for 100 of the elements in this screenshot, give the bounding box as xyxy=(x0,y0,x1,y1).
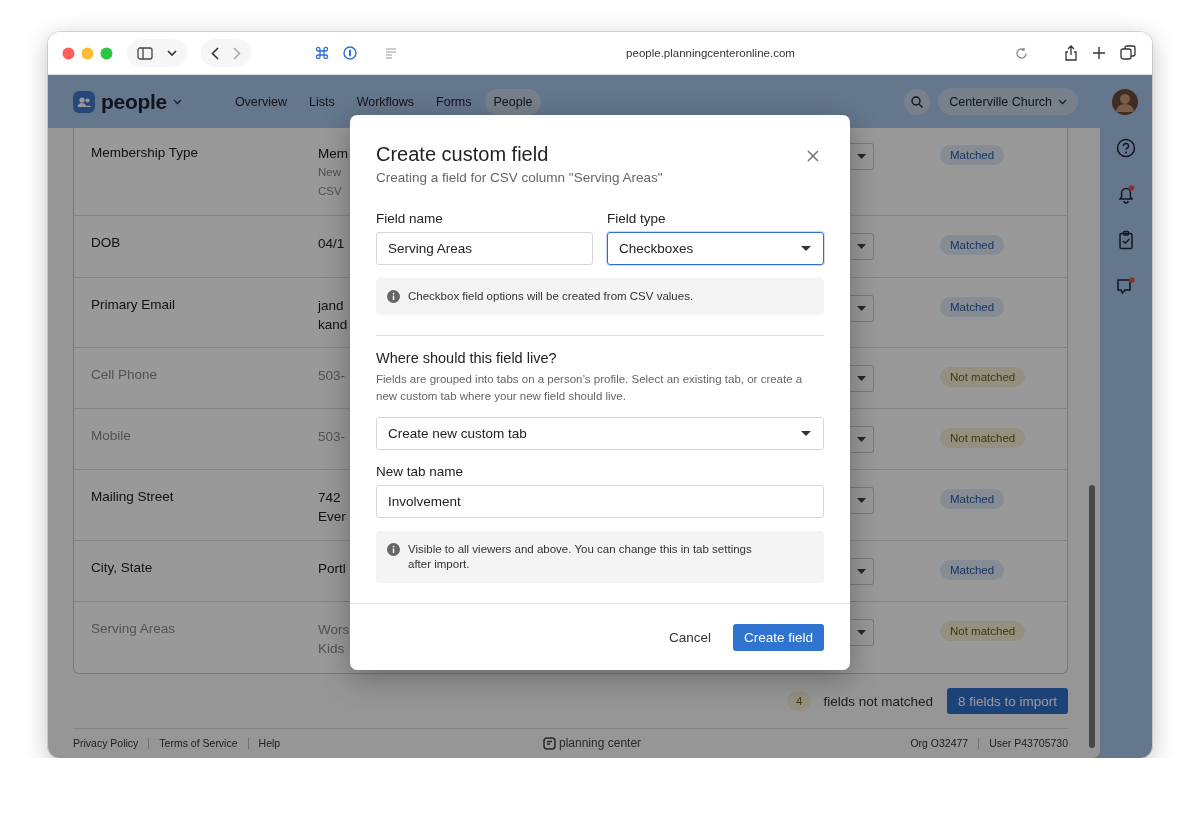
field-label: Field name xyxy=(376,211,444,226)
share-icon[interactable] xyxy=(1064,45,1078,61)
csv-value: Ever xyxy=(318,508,347,525)
caret-down-icon xyxy=(857,498,866,503)
nav-tab[interactable]: Overview xyxy=(225,88,296,115)
caret-down-icon xyxy=(857,154,866,159)
password-icon[interactable] xyxy=(343,46,357,60)
section-title: Where should this field live? xyxy=(376,350,558,366)
info-icon xyxy=(387,290,400,303)
status-badge: Matched xyxy=(940,489,1005,509)
field-label: Primary Email xyxy=(91,297,176,312)
url-text[interactable]: people.planningcenteronline.com xyxy=(626,47,795,59)
field-select[interactable] xyxy=(850,143,874,170)
help-icon[interactable] xyxy=(1116,138,1136,158)
caret-down-icon xyxy=(857,244,866,249)
value-note: CSV xyxy=(318,184,343,199)
caret-down-icon xyxy=(801,246,811,251)
chevron-down-icon[interactable] xyxy=(167,49,177,57)
field-label: Serving Areas xyxy=(91,621,177,636)
nav-tab[interactable]: Workflows xyxy=(347,88,424,115)
info-icon xyxy=(387,543,400,556)
field-select[interactable] xyxy=(850,233,874,260)
clipboard-check-icon[interactable] xyxy=(1116,230,1136,250)
field-select[interactable] xyxy=(850,487,874,514)
csv-value: 04/1 xyxy=(318,235,346,252)
field-label: Mobile xyxy=(91,428,132,443)
brand-name: planning center xyxy=(559,736,642,750)
csv-value: jand xyxy=(318,297,345,314)
tabs-icon[interactable] xyxy=(1120,45,1136,61)
avatar[interactable] xyxy=(1112,88,1138,115)
csv-value: Wors xyxy=(318,621,350,638)
tab-name-input[interactable]: Involvement xyxy=(376,485,824,518)
field-label: Membership Type xyxy=(91,145,200,160)
modal-title: Create custom field xyxy=(376,143,550,166)
caret-down-icon xyxy=(857,306,866,311)
field-select[interactable] xyxy=(850,365,874,392)
org-id: Org O32477 xyxy=(910,737,969,749)
count-badge: 4 xyxy=(787,691,812,711)
import-button[interactable]: 8 fields to import xyxy=(946,688,1068,714)
status-badge: Matched xyxy=(940,235,1005,255)
close-icon[interactable] xyxy=(807,150,819,162)
unmatched-label: fields not matched xyxy=(823,693,933,709)
status-badge: Not matched xyxy=(940,367,1026,387)
back-icon[interactable] xyxy=(211,46,219,60)
people-logo-icon[interactable] xyxy=(73,90,95,113)
field-name-input[interactable]: Serving Areas xyxy=(376,232,593,265)
status-badge: Matched xyxy=(940,297,1005,317)
field-label: New tab name xyxy=(376,464,465,479)
csv-value: 503- xyxy=(318,367,347,384)
nav-tab[interactable]: Forms xyxy=(427,88,481,115)
search-icon xyxy=(911,95,924,108)
tab-select[interactable]: Create new custom tab xyxy=(376,417,824,450)
command-icon[interactable] xyxy=(315,46,329,60)
caret-down-icon xyxy=(857,376,866,381)
field-label: Mailing Street xyxy=(91,489,175,504)
bell-icon[interactable] xyxy=(1116,184,1136,204)
status-badge: Matched xyxy=(940,145,1005,165)
field-label: Cell Phone xyxy=(91,367,159,382)
chat-icon[interactable] xyxy=(1116,276,1136,296)
csv-value: kand xyxy=(318,316,349,333)
footer-link[interactable]: Help xyxy=(247,737,291,749)
app-name[interactable]: people xyxy=(101,89,167,114)
nav-tab[interactable]: Lists xyxy=(300,88,344,115)
reload-icon[interactable] xyxy=(1015,46,1028,60)
footer-link[interactable]: Terms of Service xyxy=(148,737,248,749)
create-field-button[interactable]: Create field xyxy=(732,623,824,651)
csv-value: Portl xyxy=(318,560,347,577)
caret-down-icon xyxy=(801,431,811,436)
csv-value: Kids xyxy=(318,640,346,657)
cancel-button[interactable]: Cancel xyxy=(662,625,717,649)
field-label: City, State xyxy=(91,560,154,575)
csv-value: 503- xyxy=(318,428,347,445)
footer-link[interactable]: Privacy Policy xyxy=(73,737,149,749)
caret-down-icon xyxy=(857,569,866,574)
status-badge: Not matched xyxy=(940,621,1026,641)
field-select[interactable] xyxy=(850,558,874,585)
field-label: Field type xyxy=(607,211,667,226)
csv-value: 742 xyxy=(318,489,342,506)
field-select[interactable] xyxy=(850,295,874,322)
org-switcher[interactable]: Centerville Church xyxy=(938,88,1078,115)
modal-subtitle: Creating a field for CSV column "Serving Areas" xyxy=(376,170,663,185)
caret-down-icon xyxy=(857,437,866,442)
value-note: New xyxy=(318,165,342,180)
nav-tab[interactable]: People xyxy=(484,88,542,115)
status-badge: Not matched xyxy=(940,428,1026,448)
brand-logo-icon xyxy=(543,736,556,750)
sidebar-icon[interactable] xyxy=(137,46,153,60)
window-control-icon[interactable] xyxy=(62,46,75,60)
search-button[interactable] xyxy=(904,88,931,115)
field-label: DOB xyxy=(91,235,122,250)
chevron-down-icon xyxy=(1058,98,1067,105)
plus-icon[interactable] xyxy=(1092,46,1106,60)
field-type-select[interactable]: Checkboxes xyxy=(607,232,824,265)
section-description: Fields are grouped into tabs on a person’s profile. Select an existing tab, or create a new custom tab where your new field should live. xyxy=(376,372,804,404)
field-select[interactable] xyxy=(850,619,874,646)
info-text: Visible to all viewers and above. You can change this in tab settings after import. xyxy=(408,542,753,572)
field-select[interactable] xyxy=(850,426,874,453)
status-badge: Matched xyxy=(940,560,1005,580)
info-text: Checkbox field options will be created from CSV values. xyxy=(408,289,694,304)
caret-down-icon xyxy=(857,630,866,635)
